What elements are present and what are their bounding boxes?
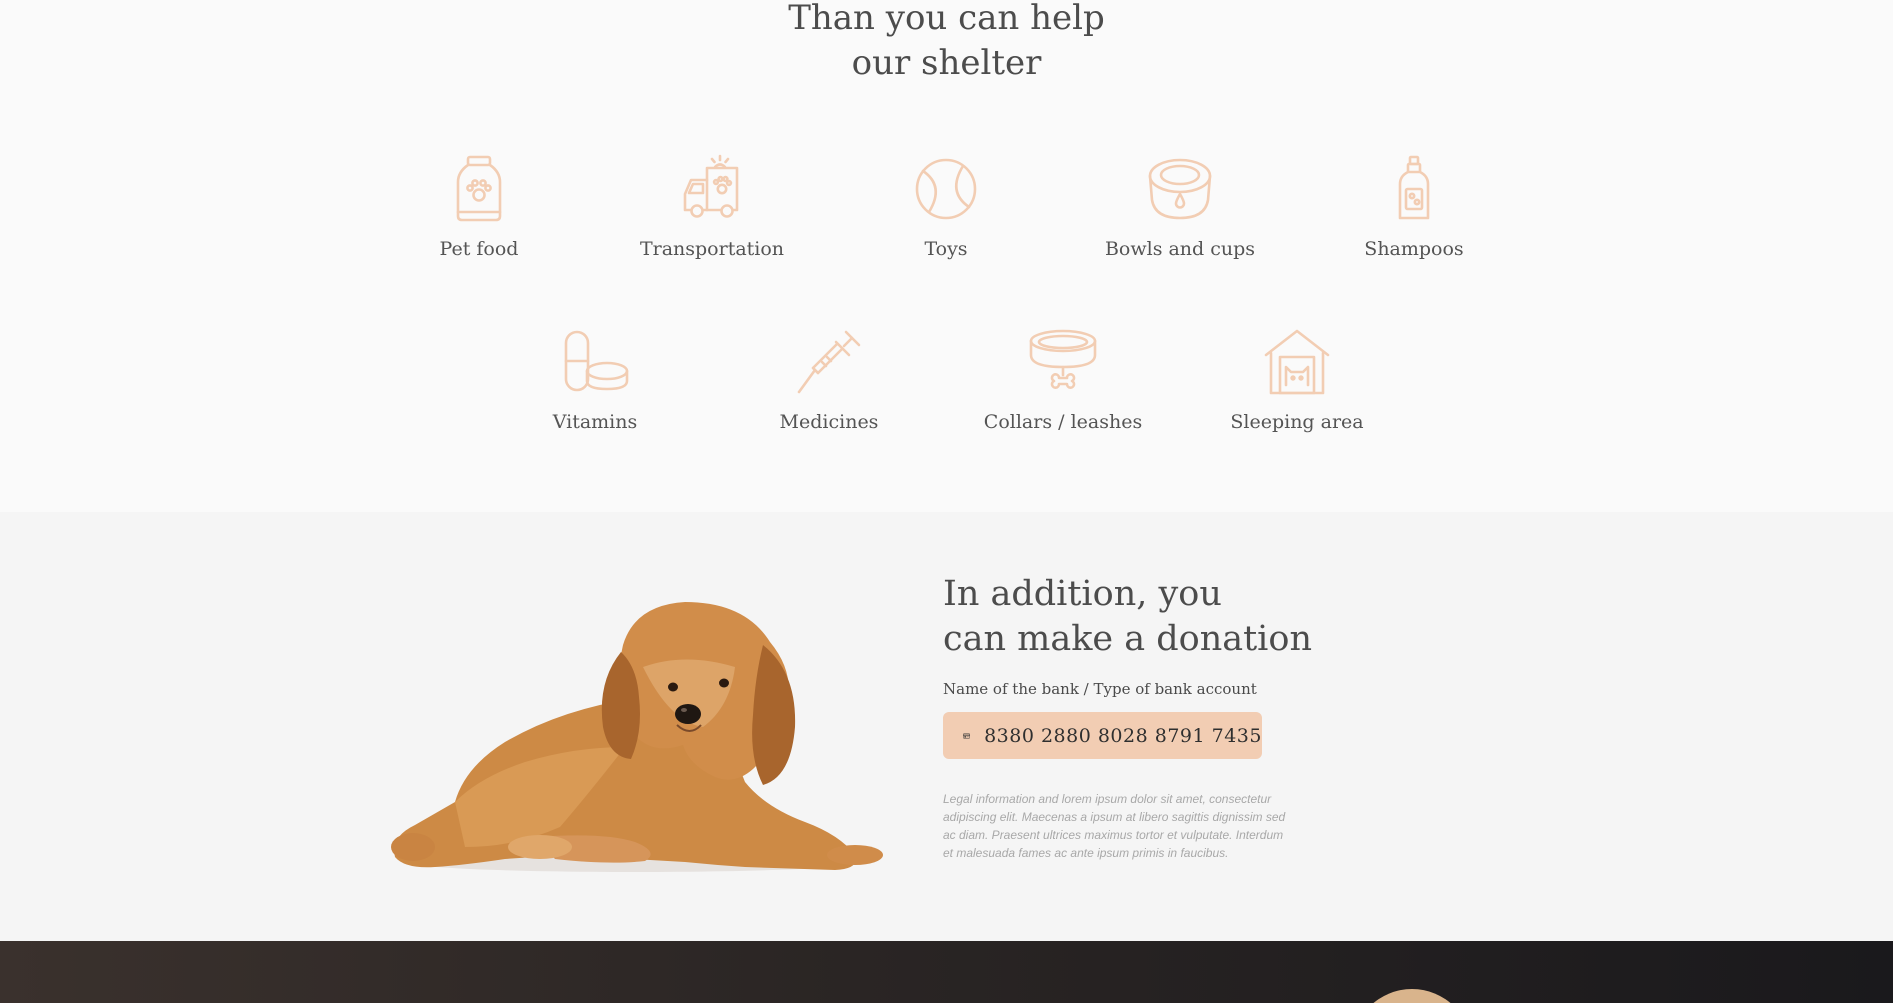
pet-food-icon	[456, 155, 502, 222]
help-label-shampoos: Shampoos	[1364, 238, 1464, 260]
help-title-line-1: Than you can help	[788, 0, 1105, 38]
help-item-sleeping-area: Sleeping area	[1207, 327, 1387, 433]
donation-section: In addition, you can make a donation Nam…	[0, 512, 1893, 941]
help-title-line-2: our shelter	[851, 43, 1042, 83]
collar-icon	[1029, 329, 1097, 389]
help-item-shampoos: Shampoos	[1324, 154, 1504, 260]
help-item-transportation: Transportation	[622, 154, 802, 260]
help-item-vitamins: Vitamins	[505, 327, 685, 433]
donation-title-line-2: can make a donation	[943, 619, 1312, 659]
donation-title-line-1: In addition, you	[943, 574, 1222, 614]
help-item-bowls: Bowls and cups	[1090, 154, 1270, 260]
help-label-collars: Collars / leashes	[983, 411, 1143, 433]
help-label-medicines: Medicines	[779, 411, 879, 433]
help-label-bowls: Bowls and cups	[1104, 238, 1256, 260]
transport-van-icon	[683, 154, 739, 218]
pet-house-icon	[1264, 329, 1330, 395]
bowl-icon	[1148, 158, 1212, 220]
account-number-box[interactable]: 8380 2880 8028 8791 7435	[943, 712, 1262, 759]
help-section-title: Than you can help our shelter	[0, 0, 1893, 86]
help-item-toys: Toys	[856, 154, 1036, 260]
help-item-collars: Collars / leashes	[973, 327, 1153, 433]
help-item-medicines: Medicines	[739, 327, 919, 433]
help-label-transportation: Transportation	[639, 238, 785, 260]
legal-text: Legal information and lorem ipsum dolor …	[943, 792, 1286, 860]
donation-title: In addition, you can make a donation	[943, 572, 1312, 662]
pills-icon	[564, 330, 629, 392]
syringe-icon	[797, 330, 861, 394]
help-label-toys: Toys	[924, 238, 968, 260]
account-number: 8380 2880 8028 8791 7435	[984, 724, 1262, 747]
dark-band-image	[1352, 989, 1472, 1003]
ball-icon	[915, 158, 977, 220]
help-label-sleeping-area: Sleeping area	[1230, 411, 1364, 433]
puppy-photo	[391, 602, 883, 872]
bank-label: Name of the bank / Type of bank account	[943, 680, 1257, 698]
help-label-vitamins: Vitamins	[552, 411, 638, 433]
help-section: Than you can help our shelter Pet food T…	[0, 0, 1893, 512]
help-label-pet-food: Pet food	[439, 238, 519, 260]
credit-card-icon	[963, 732, 970, 739]
shampoo-bottle-icon	[1398, 155, 1430, 220]
help-item-pet-food: Pet food	[389, 154, 569, 260]
dark-footer-band	[0, 941, 1893, 1003]
